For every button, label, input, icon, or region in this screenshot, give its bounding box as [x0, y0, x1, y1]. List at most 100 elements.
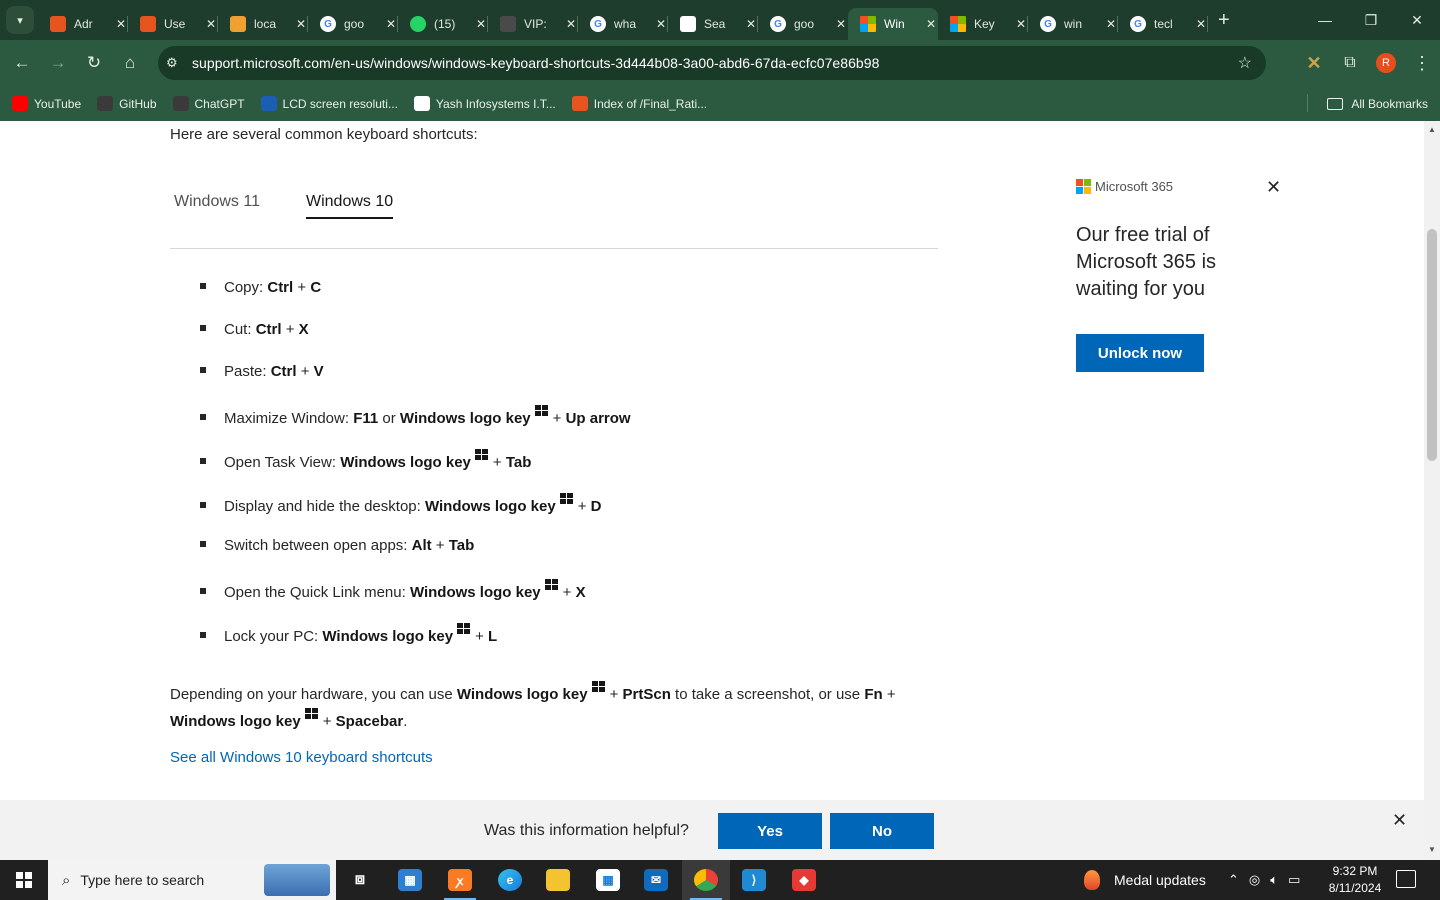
- feedback-close-icon[interactable]: ✕: [1392, 810, 1407, 831]
- minimize-button[interactable]: —: [1302, 0, 1348, 40]
- extensions-puzzle-icon[interactable]: ⧉: [1332, 54, 1368, 72]
- browser-tab[interactable]: Adr ✕: [38, 8, 128, 40]
- text-fragment: +: [882, 686, 900, 703]
- bookmark-item[interactable]: YouTube: [12, 96, 81, 111]
- bookmark-item[interactable]: ChatGPT: [172, 96, 245, 111]
- taskbar-app-xampp[interactable]: ꭗ: [436, 860, 484, 900]
- text-fragment: +: [609, 686, 623, 703]
- text-fragment: +: [562, 584, 576, 601]
- restore-button[interactable]: ❐: [1348, 0, 1394, 40]
- speaker-muted-icon[interactable]: 🔈︎: [1270, 872, 1278, 888]
- close-tab-icon[interactable]: ✕: [1106, 17, 1116, 31]
- close-tab-icon[interactable]: ✕: [656, 17, 666, 31]
- task-view-button[interactable]: ⧈: [336, 860, 384, 900]
- bookmark-label: LCD screen resoluti...: [282, 96, 398, 111]
- tab-search-button[interactable]: ▾: [6, 6, 34, 34]
- close-tab-icon[interactable]: ✕: [1196, 17, 1206, 31]
- taskbar-app-store[interactable]: ▦: [584, 860, 632, 900]
- page-scrollbar[interactable]: ▲ ▼: [1424, 121, 1440, 860]
- scroll-down-icon[interactable]: ▼: [1424, 845, 1440, 854]
- profile-avatar[interactable]: R: [1376, 53, 1396, 73]
- close-tab-icon[interactable]: ✕: [206, 17, 216, 31]
- taskbar-app-mail[interactable]: ✉: [632, 860, 680, 900]
- url-text[interactable]: support.microsoft.com/en-us/windows/wind…: [192, 55, 879, 71]
- close-tab-icon[interactable]: ✕: [836, 17, 846, 31]
- browser-tab[interactable]: Gtecl ✕: [1118, 8, 1208, 40]
- tab-windows-11[interactable]: Windows 11: [174, 193, 260, 211]
- bookmark-favicon-icon: [260, 96, 277, 111]
- vip-icon: [500, 16, 516, 32]
- browser-tab[interactable]: Key ✕: [938, 8, 1028, 40]
- address-bar[interactable]: ⚙ support.microsoft.com/en-us/windows/wi…: [158, 46, 1266, 80]
- extension-icon[interactable]: ✕: [1296, 53, 1332, 74]
- forward-button[interactable]: →: [40, 45, 76, 81]
- bookmark-item[interactable]: Yash Infosystems I.T...: [413, 96, 556, 111]
- browser-tab[interactable]: Gwin ✕: [1028, 8, 1118, 40]
- close-window-button[interactable]: ✕: [1394, 0, 1440, 40]
- windows-taskbar: ⌕ Type here to search ⧈ ▦ ꭗ e ▦ ✉ ⟩ ◆ Me…: [0, 860, 1440, 900]
- close-tab-icon[interactable]: ✕: [386, 17, 396, 31]
- bookmark-item[interactable]: GitHub: [97, 96, 157, 111]
- scroll-up-icon[interactable]: ▲: [1424, 125, 1440, 134]
- new-tab-button[interactable]: +: [1218, 9, 1230, 32]
- key-name: X: [298, 321, 309, 338]
- browser-tab[interactable]: (15) ✕: [398, 8, 488, 40]
- home-button[interactable]: ⌂: [112, 45, 148, 81]
- reload-button[interactable]: ↻: [76, 45, 112, 81]
- all-bookmarks-button[interactable]: All Bookmarks: [1327, 86, 1428, 121]
- taskbar-app-chrome[interactable]: [682, 860, 730, 900]
- network-icon[interactable]: ▭: [1288, 872, 1300, 888]
- bookmark-item[interactable]: LCD screen resoluti...: [260, 96, 398, 111]
- tab-title: wha: [614, 17, 637, 31]
- taskbar-app-anydesk[interactable]: ◆: [780, 860, 828, 900]
- browser-tab[interactable]: Ggoo ✕: [308, 8, 398, 40]
- feedback-no-button[interactable]: No: [830, 813, 934, 849]
- close-tab-icon[interactable]: ✕: [566, 17, 576, 31]
- browser-tab[interactable]: Win ✕: [848, 8, 938, 40]
- ad-close-icon[interactable]: ✕: [1266, 177, 1281, 198]
- tab-title: (15): [434, 17, 456, 31]
- chevron-up-icon[interactable]: ⌃: [1228, 872, 1239, 888]
- taskbar-app-control-panel[interactable]: ▦: [386, 860, 434, 900]
- bookmark-star-icon[interactable]: ☆: [1238, 53, 1252, 73]
- close-tab-icon[interactable]: ✕: [926, 17, 936, 31]
- start-button[interactable]: [0, 860, 48, 900]
- browser-tab[interactable]: VIP: ✕: [488, 8, 578, 40]
- xampp-icon: ꭗ: [448, 869, 472, 891]
- close-tab-icon[interactable]: ✕: [116, 17, 126, 31]
- close-tab-icon[interactable]: ✕: [296, 17, 306, 31]
- browser-tab[interactable]: Gwha ✕: [578, 8, 668, 40]
- browser-tab[interactable]: Ggoo ✕: [758, 8, 848, 40]
- close-tab-icon[interactable]: ✕: [746, 17, 756, 31]
- windows-start-icon: [16, 872, 32, 888]
- bookmark-item[interactable]: Index of /Final_Rati...: [571, 96, 707, 111]
- notification-center-icon[interactable]: [1396, 870, 1416, 888]
- browser-tab[interactable]: loca ✕: [218, 8, 308, 40]
- close-tab-icon[interactable]: ✕: [1016, 17, 1026, 31]
- bookmark-label: ChatGPT: [194, 96, 245, 111]
- taskbar-app-edge[interactable]: e: [486, 860, 534, 900]
- system-tray: ⌃ ◎ 🔈︎ ▭: [1228, 860, 1310, 900]
- medal-updates-button[interactable]: Medal updates: [1084, 860, 1206, 900]
- taskbar-app-file-explorer[interactable]: [534, 860, 582, 900]
- taskbar-search-box[interactable]: ⌕ Type here to search: [48, 860, 336, 900]
- shortcut-label: Copy:: [224, 279, 268, 296]
- search-icon: ⌕: [62, 871, 71, 889]
- browser-menu-icon[interactable]: ⋮: [1404, 53, 1440, 74]
- webcam-icon[interactable]: ◎: [1249, 872, 1260, 888]
- unlock-now-button[interactable]: Unlock now: [1076, 334, 1204, 372]
- shortcut-item: Paste: Ctrl + V: [200, 363, 324, 380]
- bookmark-favicon-icon: [97, 96, 114, 111]
- taskbar-clock[interactable]: 9:32 PM 8/11/2024: [1322, 863, 1388, 897]
- taskbar-app-vscode[interactable]: ⟩: [730, 860, 778, 900]
- browser-tab[interactable]: Sea ✕: [668, 8, 758, 40]
- shortcut-item: Switch between open apps: Alt + Tab: [200, 537, 474, 554]
- see-all-shortcuts-link[interactable]: See all Windows 10 keyboard shortcuts: [170, 749, 433, 766]
- site-info-icon[interactable]: ⚙: [166, 55, 188, 71]
- feedback-yes-button[interactable]: Yes: [718, 813, 822, 849]
- scrollbar-thumb[interactable]: [1427, 229, 1437, 461]
- back-button[interactable]: ←: [4, 45, 40, 81]
- browser-tab[interactable]: Use ✕: [128, 8, 218, 40]
- close-tab-icon[interactable]: ✕: [476, 17, 486, 31]
- tab-windows-10[interactable]: Windows 10: [306, 193, 394, 219]
